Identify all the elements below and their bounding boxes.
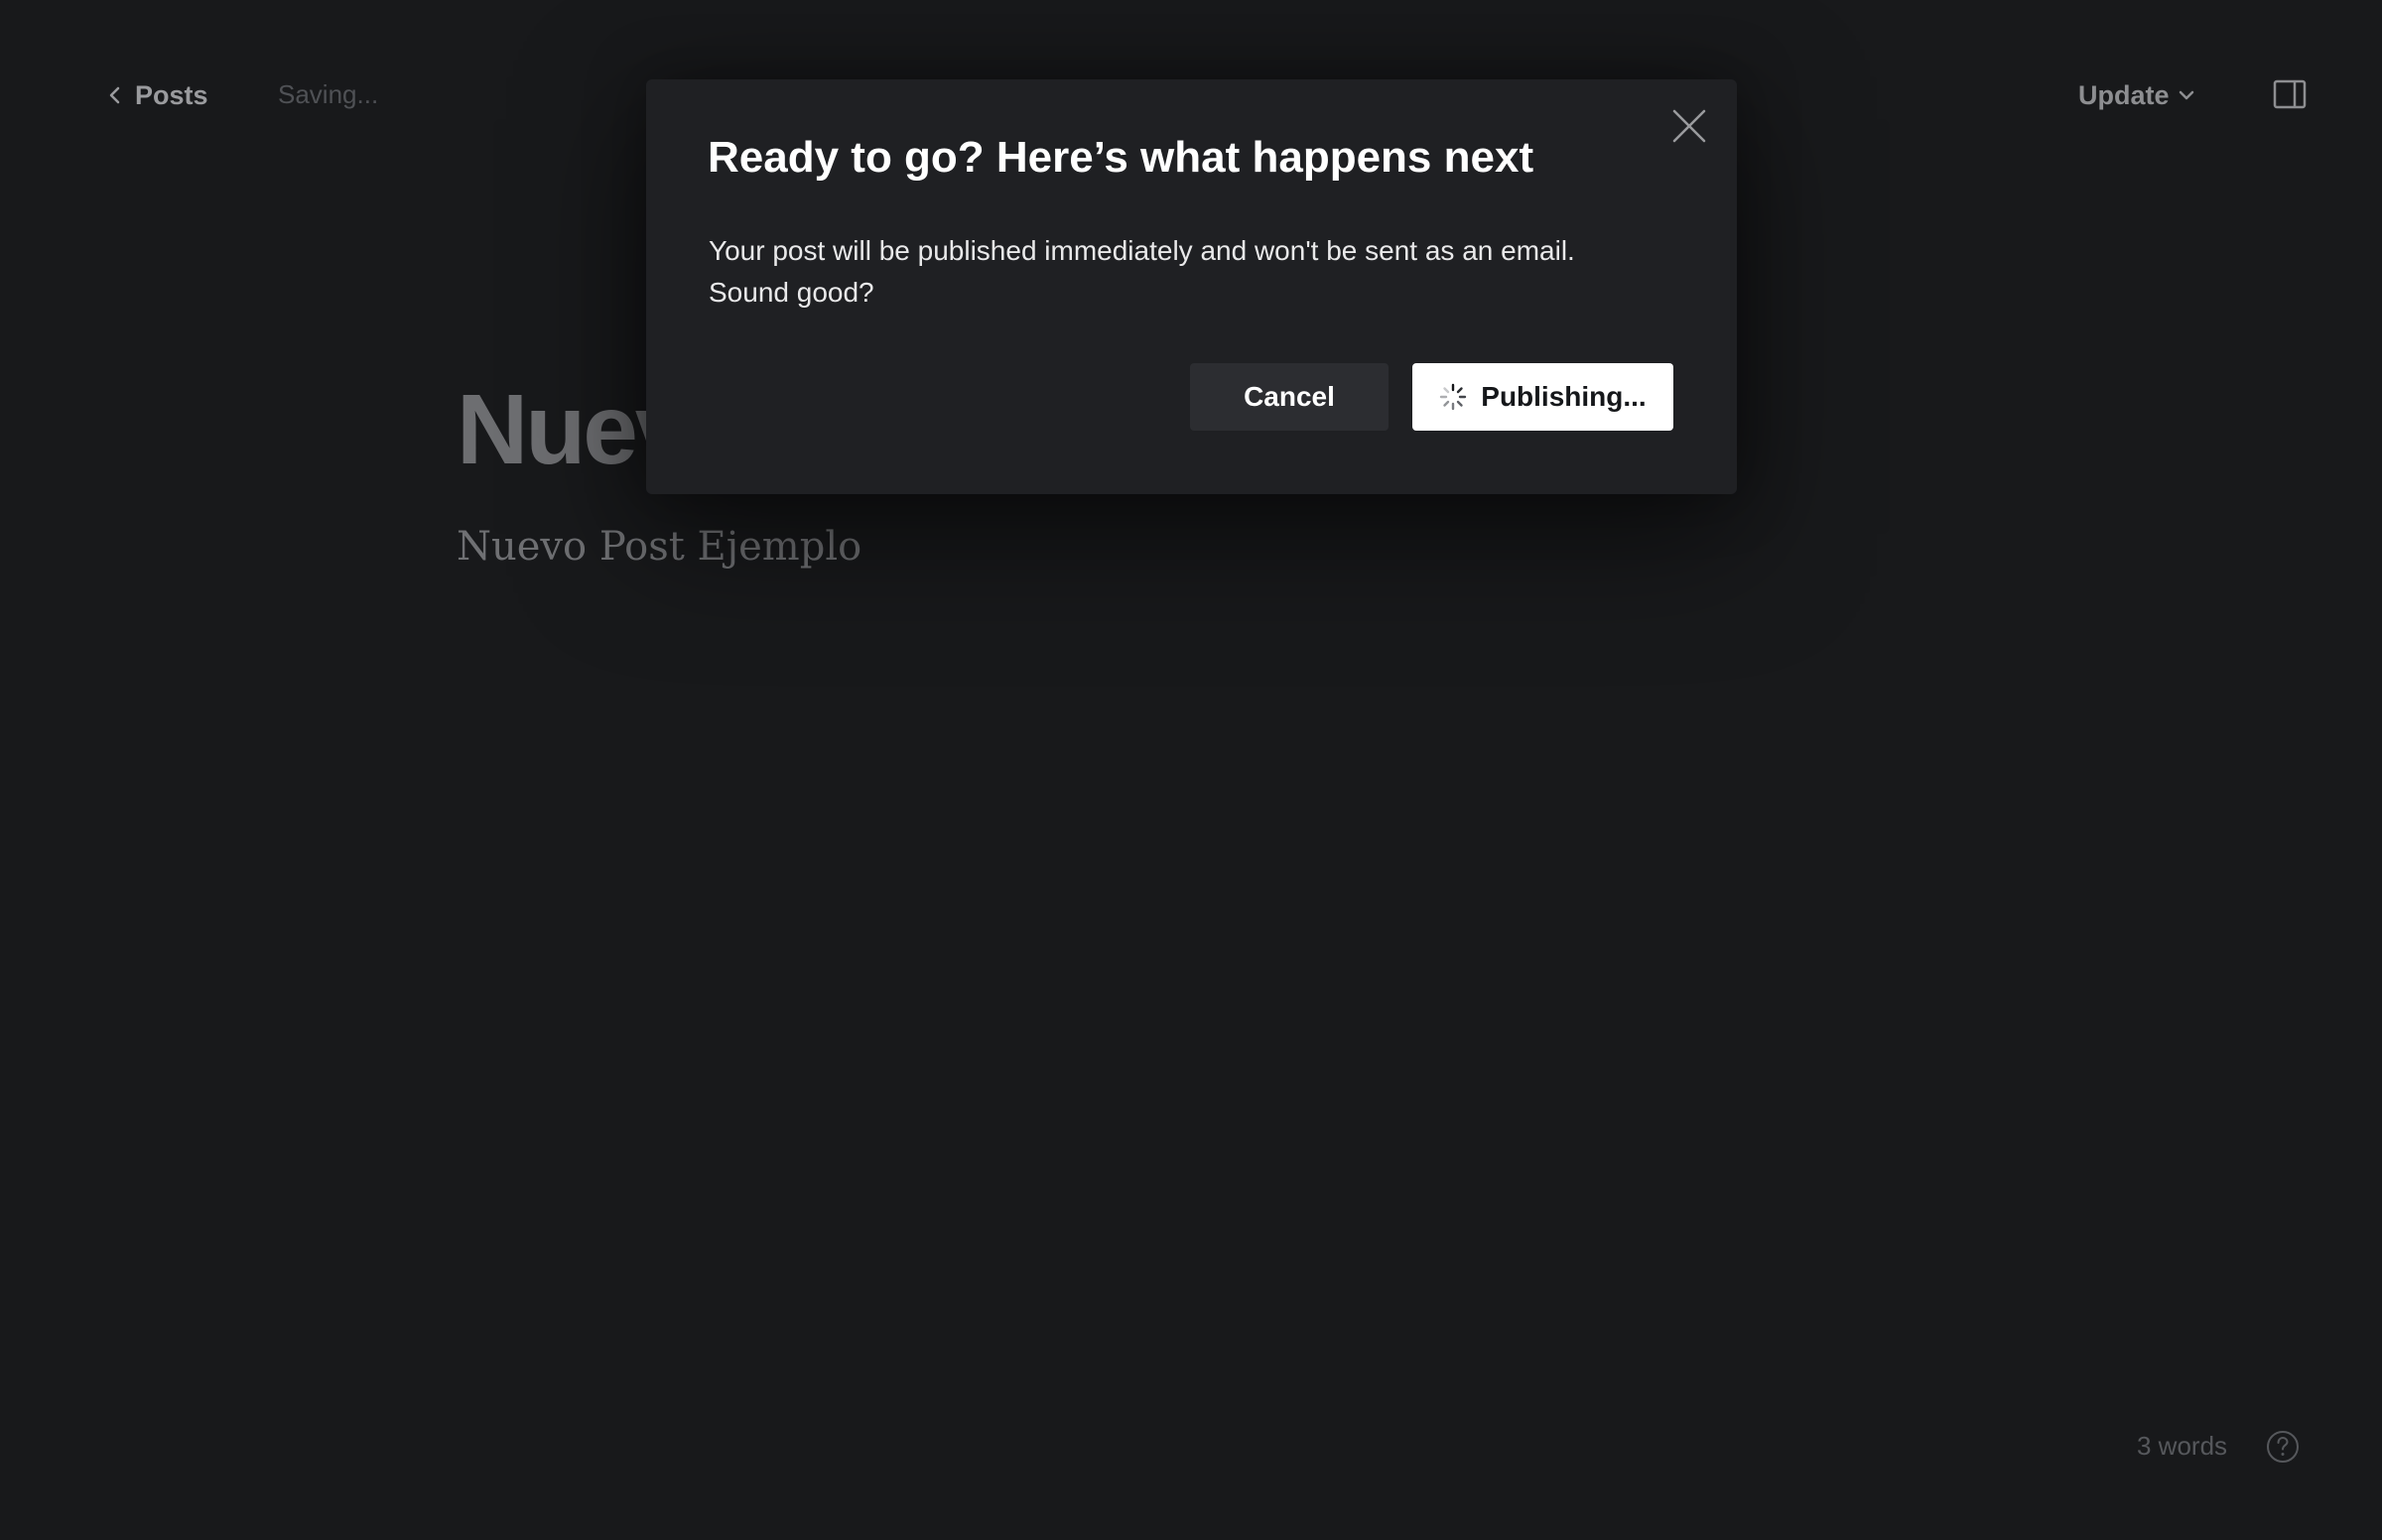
update-dropdown-button[interactable]: Update <box>2078 75 2195 115</box>
modal-message: Your post will be published immediately … <box>709 235 1575 308</box>
back-link-label: Posts <box>135 79 208 110</box>
sidebar-toggle-icon[interactable] <box>2273 79 2307 109</box>
word-count: 3 words <box>2137 1431 2228 1461</box>
spinner-icon <box>1440 383 1467 411</box>
editor-app: Posts Saving... Update Nuevo Post Ejempl… <box>0 0 2382 1540</box>
help-icon[interactable] <box>2265 1429 2301 1465</box>
back-to-posts-link[interactable]: Posts <box>107 75 208 115</box>
publish-button[interactable]: Publishing... <box>1412 363 1673 431</box>
post-body[interactable]: Nuevo Post Ejemplo <box>457 524 861 570</box>
update-label: Update <box>2078 79 2170 110</box>
chevron-down-icon <box>2179 90 2193 100</box>
publish-button-label: Publishing... <box>1481 381 1647 412</box>
modal-title: Ready to go? Here’s what happens next <box>708 133 1534 182</box>
cancel-button-label: Cancel <box>1244 381 1335 412</box>
cancel-button[interactable]: Cancel <box>1190 363 1389 431</box>
save-status: Saving... <box>278 79 379 109</box>
chevron-left-icon <box>109 86 120 104</box>
close-icon[interactable] <box>1670 107 1708 145</box>
publish-confirm-modal: Ready to go? Here’s what happens next Yo… <box>646 79 1737 494</box>
